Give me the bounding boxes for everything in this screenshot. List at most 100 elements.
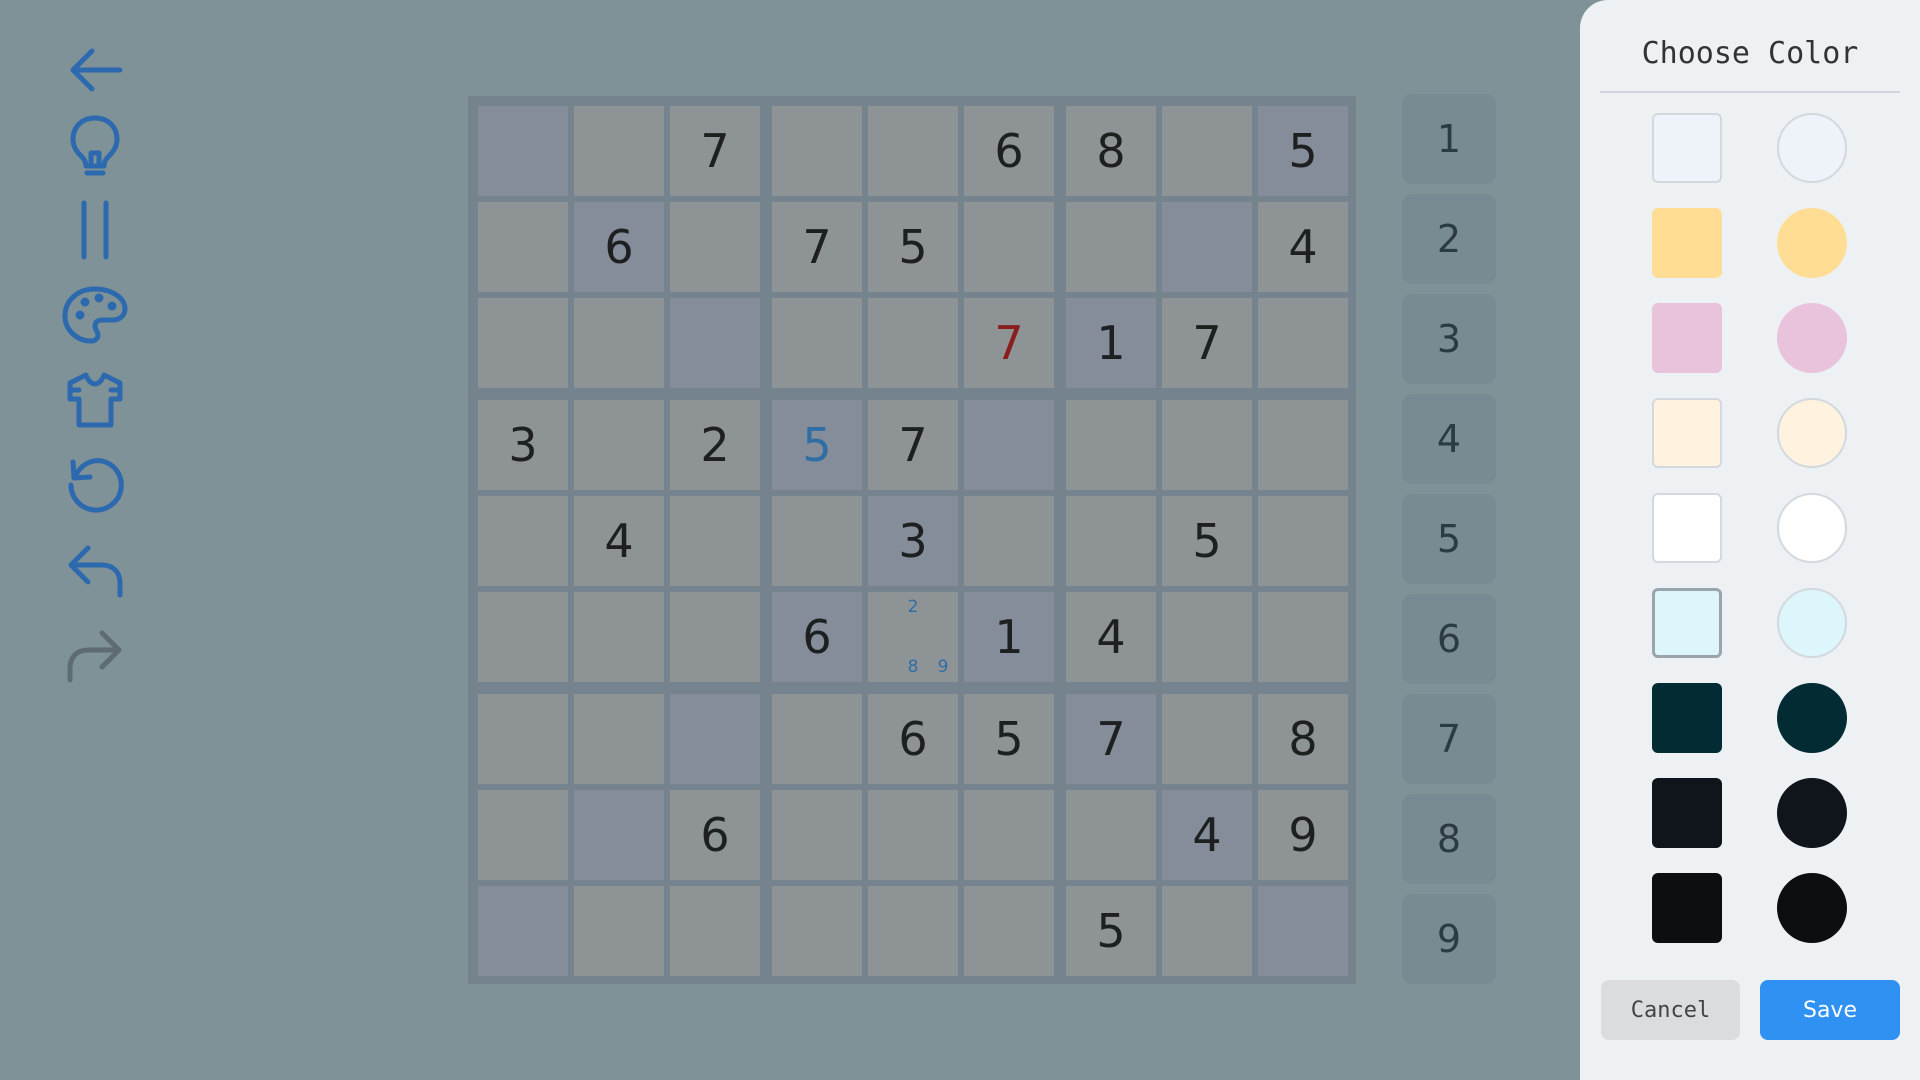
cell-r6c6[interactable]: 1 [964,592,1054,682]
cell-r7c3[interactable] [670,694,760,784]
cell-r8c4[interactable] [772,790,862,880]
cell-r3c9[interactable] [1258,298,1348,388]
color-swatch-square[interactable] [1652,208,1722,278]
color-swatch-circle[interactable] [1777,303,1847,373]
theme-button[interactable] [50,360,140,440]
number-button-9[interactable]: 9 [1402,894,1496,984]
color-swatch-circle[interactable] [1777,398,1847,468]
cell-r8c5[interactable] [868,790,958,880]
color-swatch-circle[interactable] [1777,113,1847,183]
color-swatch-square[interactable] [1652,683,1722,753]
cell-r6c3[interactable] [670,592,760,682]
color-swatch-square[interactable] [1652,493,1722,563]
number-button-1[interactable]: 1 [1402,94,1496,184]
cell-r5c8[interactable]: 5 [1162,496,1252,586]
cell-r6c5[interactable]: 2 89 [868,592,958,682]
cell-r4c1[interactable]: 3 [478,400,568,490]
color-swatch-circle[interactable] [1777,208,1847,278]
cell-r9c8[interactable] [1162,886,1252,976]
cell-r7c7[interactable]: 7 [1066,694,1156,784]
cell-r1c2[interactable] [574,106,664,196]
cell-r2c4[interactable]: 7 [772,202,862,292]
cell-r7c5[interactable]: 6 [868,694,958,784]
undo-button[interactable] [50,530,140,610]
cell-r5c2[interactable]: 4 [574,496,664,586]
color-swatch-square[interactable] [1652,398,1722,468]
number-button-7[interactable]: 7 [1402,694,1496,784]
cell-r3c7[interactable]: 1 [1066,298,1156,388]
color-swatch-square[interactable] [1652,778,1722,848]
cell-r2c5[interactable]: 5 [868,202,958,292]
cell-r7c6[interactable]: 5 [964,694,1054,784]
cell-r6c9[interactable] [1258,592,1348,682]
color-swatch-circle[interactable] [1777,683,1847,753]
number-button-8[interactable]: 8 [1402,794,1496,884]
cell-r7c9[interactable]: 8 [1258,694,1348,784]
number-button-6[interactable]: 6 [1402,594,1496,684]
cell-r5c7[interactable] [1066,496,1156,586]
cell-r8c8[interactable]: 4 [1162,790,1252,880]
cell-r2c8[interactable] [1162,202,1252,292]
cell-r3c6[interactable]: 7 [964,298,1054,388]
restart-button[interactable] [50,445,140,525]
cell-r4c7[interactable] [1066,400,1156,490]
cell-r5c3[interactable] [670,496,760,586]
cell-r9c2[interactable] [574,886,664,976]
cell-r7c2[interactable] [574,694,664,784]
cell-r4c8[interactable] [1162,400,1252,490]
cell-r9c5[interactable] [868,886,958,976]
cell-r7c8[interactable] [1162,694,1252,784]
cell-r6c1[interactable] [478,592,568,682]
cell-r4c6[interactable] [964,400,1054,490]
cell-r3c3[interactable] [670,298,760,388]
cell-r4c9[interactable] [1258,400,1348,490]
cell-r1c6[interactable]: 6 [964,106,1054,196]
cell-r2c1[interactable] [478,202,568,292]
hint-button[interactable] [50,105,140,185]
color-swatch-circle[interactable] [1777,873,1847,943]
cell-r5c1[interactable] [478,496,568,586]
cell-r9c6[interactable] [964,886,1054,976]
color-button[interactable] [50,275,140,355]
cell-r7c4[interactable] [772,694,862,784]
cell-r3c8[interactable]: 7 [1162,298,1252,388]
cell-r1c8[interactable] [1162,106,1252,196]
cell-r3c1[interactable] [478,298,568,388]
cell-r9c7[interactable]: 5 [1066,886,1156,976]
cell-r9c1[interactable] [478,886,568,976]
cancel-button[interactable]: Cancel [1601,980,1740,1040]
number-button-5[interactable]: 5 [1402,494,1496,584]
cell-r3c4[interactable] [772,298,862,388]
color-swatch-square[interactable] [1652,588,1722,658]
cell-r8c6[interactable] [964,790,1054,880]
color-swatch-square[interactable] [1652,873,1722,943]
cell-r8c2[interactable] [574,790,664,880]
save-button[interactable]: Save [1760,980,1900,1040]
cell-r9c3[interactable] [670,886,760,976]
cell-r9c4[interactable] [772,886,862,976]
color-swatch-circle[interactable] [1777,588,1847,658]
cell-r1c3[interactable]: 7 [670,106,760,196]
cell-r2c6[interactable] [964,202,1054,292]
cell-r1c4[interactable] [772,106,862,196]
cell-r5c4[interactable] [772,496,862,586]
color-swatch-square[interactable] [1652,113,1722,183]
cell-r1c1[interactable] [478,106,568,196]
cell-r6c2[interactable] [574,592,664,682]
cell-r5c9[interactable] [1258,496,1348,586]
redo-button[interactable] [50,615,140,695]
cell-r5c5[interactable]: 3 [868,496,958,586]
cell-r4c3[interactable]: 2 [670,400,760,490]
cell-r1c9[interactable]: 5 [1258,106,1348,196]
cell-r3c2[interactable] [574,298,664,388]
cell-r2c7[interactable] [1066,202,1156,292]
number-button-3[interactable]: 3 [1402,294,1496,384]
color-swatch-circle[interactable] [1777,778,1847,848]
cell-r3c5[interactable] [868,298,958,388]
back-button[interactable] [50,30,140,110]
cell-r7c1[interactable] [478,694,568,784]
color-swatch-square[interactable] [1652,303,1722,373]
number-button-4[interactable]: 4 [1402,394,1496,484]
cell-r1c5[interactable] [868,106,958,196]
number-button-2[interactable]: 2 [1402,194,1496,284]
